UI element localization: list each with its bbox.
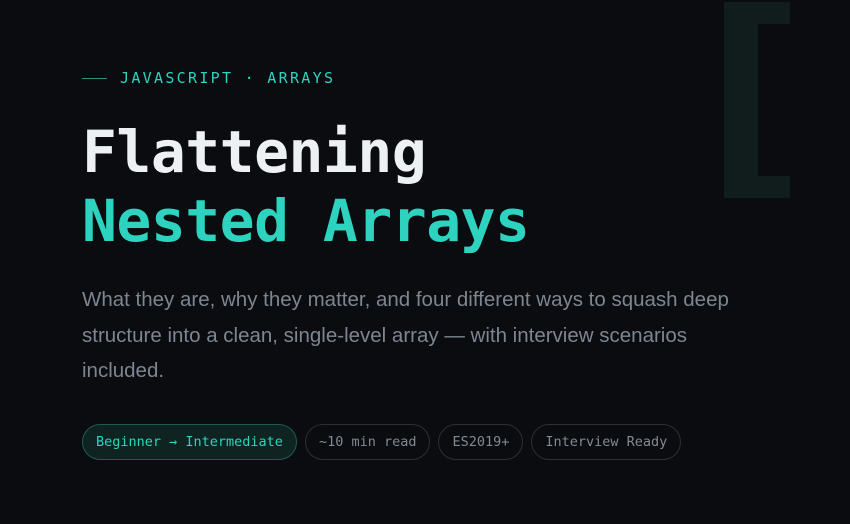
tag-interview-ready: Interview Ready [531,424,682,460]
title-line-2: Nested Arrays [82,187,530,255]
eyebrow-label: JAVASCRIPT · ARRAYS [120,69,336,87]
tag-list: Beginner → Intermediate ~10 min read ES2… [82,424,682,460]
page-title: Flattening Nested Arrays [82,118,530,256]
title-line-1: Flattening [82,118,427,186]
eyebrow: JAVASCRIPT · ARRAYS [82,68,335,88]
eyebrow-rule [82,77,107,79]
tag-read-time: ~10 min read [304,424,431,460]
tag-es-version: ES2019+ [438,424,524,460]
bracket-decoration [724,2,790,198]
page-description: What they are, why they matter, and four… [82,288,729,382]
tag-difficulty: Beginner → Intermediate [82,424,297,460]
